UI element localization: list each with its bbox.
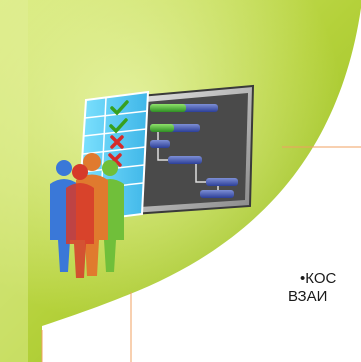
bullet-text-line-2: ВЗАИ: [288, 288, 328, 305]
bullet-text-line-1: •КОС: [300, 270, 337, 287]
slide: •КОС ВЗАИ: [0, 0, 361, 362]
bullet-text: •КОС ВЗАИ: [288, 270, 337, 306]
slide-background: [0, 0, 361, 362]
